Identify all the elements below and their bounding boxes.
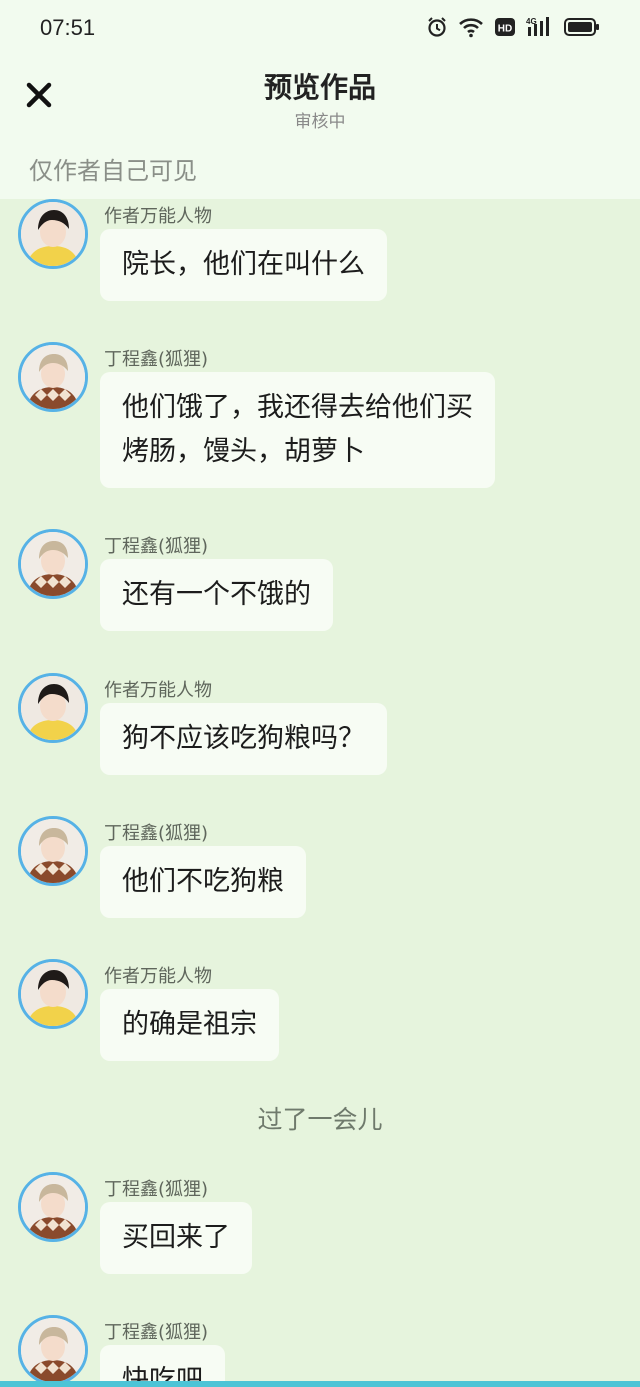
avatar-author[interactable]: [18, 959, 88, 1029]
message-bubble[interactable]: 他们饿了，我还得去给他们买 烤肠，馒头，胡萝卜: [100, 372, 495, 488]
avatar-ding[interactable]: [18, 1172, 88, 1242]
battery-icon: [564, 17, 600, 37]
message-text: 狗不应该吃狗粮吗？: [122, 723, 365, 754]
message-text: 他们不吃狗粮: [122, 866, 284, 897]
message-bubble[interactable]: 狗不应该吃狗粮吗？: [100, 703, 387, 775]
cellular-signal-icon: 4G: [526, 16, 554, 38]
sender-name: 丁程鑫(狐狸): [104, 1322, 209, 1343]
avatar-ding[interactable]: [18, 1315, 88, 1385]
avatar-author[interactable]: [18, 199, 88, 269]
status-icons: HD 4G: [426, 16, 600, 38]
sender-name: 作者万能人物: [104, 966, 212, 987]
message-text: 还有一个不饿的: [122, 579, 311, 610]
chat-list[interactable]: 作者万能人物 院长，他们在叫什么 丁程鑫(狐狸) 他们饿了，我还得去给他们买 烤…: [0, 199, 640, 1387]
message-text: 院长，他们在叫什么: [122, 249, 365, 280]
message-bubble[interactable]: 院长，他们在叫什么: [100, 229, 387, 301]
status-bar: 07:51 HD 4G: [0, 0, 640, 58]
message-text: 他们饿了，我还得去给他们买: [122, 392, 473, 423]
message-text: 烤肠，馒头，胡萝卜: [122, 436, 365, 467]
status-time: 07:51: [40, 15, 96, 40]
sender-name: 丁程鑫(狐狸): [104, 349, 209, 370]
avatar-ding[interactable]: [18, 342, 88, 412]
header-bar: 07:51 HD 4G 预览作品 审核中 仅作者自己可见: [0, 0, 640, 199]
message-text: 买回来了: [122, 1222, 230, 1253]
avatar-ding[interactable]: [18, 816, 88, 886]
wifi-icon: [458, 16, 484, 38]
message-bubble[interactable]: 的确是祖宗: [100, 989, 279, 1061]
avatar-ding[interactable]: [18, 529, 88, 599]
sender-name: 作者万能人物: [104, 680, 212, 701]
bottom-progress-line: [0, 1381, 640, 1387]
message-bubble[interactable]: 他们不吃狗粮: [100, 846, 306, 918]
alarm-icon: [426, 16, 448, 38]
review-status: 审核中: [294, 112, 346, 132]
sender-name: 丁程鑫(狐狸): [104, 823, 209, 844]
time-divider: 过了一会儿: [257, 1105, 383, 1134]
hd-icon: HD: [494, 17, 516, 37]
message-text: 的确是祖宗: [122, 1009, 257, 1040]
avatar-author[interactable]: [18, 673, 88, 743]
page-title: 预览作品: [263, 71, 376, 104]
sender-name: 丁程鑫(狐狸): [104, 536, 209, 557]
message-bubble[interactable]: 买回来了: [100, 1202, 252, 1274]
sender-name: 作者万能人物: [104, 206, 212, 227]
message-bubble[interactable]: 还有一个不饿的: [100, 559, 333, 631]
visibility-note: 仅作者自己可见: [29, 157, 197, 185]
sender-name: 丁程鑫(狐狸): [104, 1179, 209, 1200]
svg-text:HD: HD: [498, 24, 512, 35]
